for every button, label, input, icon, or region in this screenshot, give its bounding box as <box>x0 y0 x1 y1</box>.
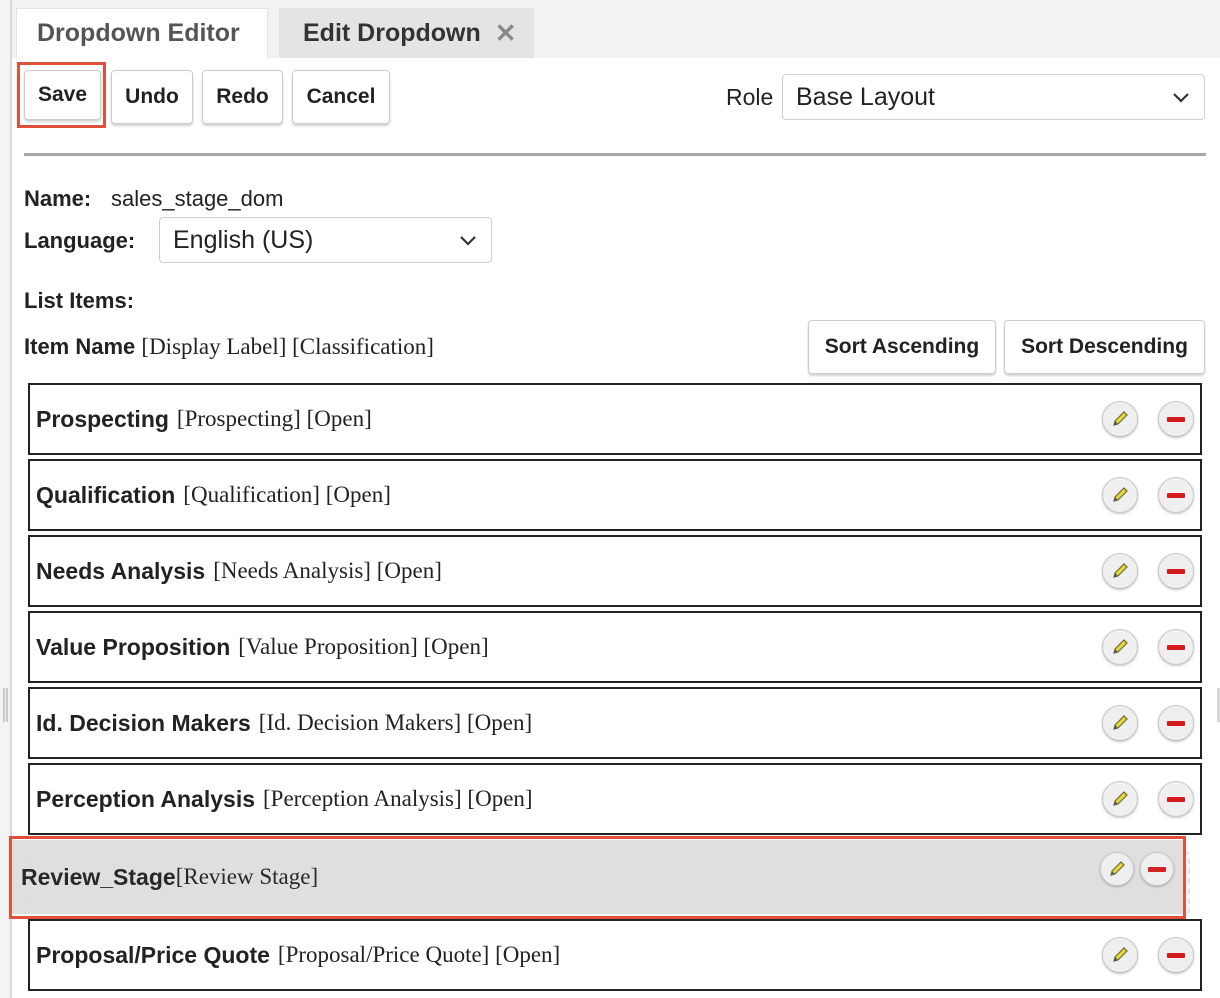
item-name: Perception Analysis <box>36 785 256 812</box>
item-meta: [Perception Analysis] [Open] <box>263 786 533 811</box>
list-item[interactable]: Needs Analysis [Needs Analysis] [Open] <box>28 535 1202 607</box>
role-label: Role <box>726 84 774 110</box>
close-icon[interactable]: ✕ <box>495 20 517 46</box>
remove-button[interactable] <box>1158 781 1194 817</box>
name-label: Name: <box>24 186 92 211</box>
item-meta: [Prospecting] [Open] <box>176 406 372 431</box>
edit-button[interactable] <box>1102 937 1138 973</box>
remove-button[interactable] <box>1158 705 1194 741</box>
language-select-value: English (US) <box>173 225 314 254</box>
list-item[interactable]: Id. Decision Makers [Id. Decision Makers]… <box>28 687 1202 759</box>
remove-button[interactable] <box>1158 629 1194 665</box>
toolbar-divider <box>24 153 1206 156</box>
name-value: sales_stage_dom <box>111 186 284 211</box>
edit-button[interactable] <box>1102 477 1138 513</box>
remove-button[interactable] <box>1158 553 1194 589</box>
language-select[interactable]: English (US) <box>159 217 492 263</box>
remove-button[interactable] <box>1158 477 1194 513</box>
item-meta: [Review Stage] <box>175 864 319 889</box>
redo-button[interactable]: Redo <box>202 70 283 124</box>
role-select-value: Base Layout <box>796 82 935 111</box>
list-item[interactable]: Proposal/Price Quote [Proposal/Price Quot… <box>28 919 1202 991</box>
minus-icon <box>1167 644 1185 650</box>
edit-button[interactable] <box>1100 852 1134 886</box>
list-header: Item Name [Display Label] [Classificatio… <box>24 334 434 360</box>
dragging-list-item[interactable]: Review_Stage [Review Stage] <box>10 840 1184 914</box>
pencil-icon <box>1113 947 1128 962</box>
minus-icon <box>1167 492 1185 498</box>
undo-button[interactable]: Undo <box>111 70 193 124</box>
header-item-name: Item Name <box>24 334 136 359</box>
minus-icon <box>1167 796 1185 802</box>
pencil-icon <box>1113 791 1128 806</box>
item-meta: [Needs Analysis] [Open] <box>213 558 442 583</box>
list-item[interactable]: Perception Analysis [Perception Analysis]… <box>28 763 1202 835</box>
item-meta: [Id. Decision Makers] [Open] <box>258 710 533 735</box>
item-name: Qualification <box>36 481 176 508</box>
item-name: Review_Stage <box>21 863 176 890</box>
remove-button[interactable] <box>1140 852 1174 886</box>
item-name: Proposal/Price Quote <box>36 941 270 968</box>
chevron-down-icon <box>1173 93 1189 103</box>
tab-label: Dropdown Editor <box>37 19 240 47</box>
list-items-label: List Items: <box>24 288 135 313</box>
list-item[interactable]: Value Proposition [Value Proposition] [Op… <box>28 611 1202 683</box>
pencil-icon <box>1113 563 1128 578</box>
resize-handle[interactable] <box>3 688 8 722</box>
edit-button[interactable] <box>1102 781 1138 817</box>
remove-button[interactable] <box>1158 401 1194 437</box>
cancel-button[interactable]: Cancel <box>292 70 390 124</box>
edit-button[interactable] <box>1102 629 1138 665</box>
pencil-icon <box>1110 861 1125 876</box>
tab-label: Edit Dropdown <box>303 18 481 47</box>
pencil-icon <box>1113 715 1128 730</box>
tab-dropdown-editor[interactable]: Dropdown Editor <box>16 8 268 58</box>
minus-icon <box>1148 866 1166 872</box>
minus-icon <box>1167 952 1185 958</box>
sort-descending-button[interactable]: Sort Descending <box>1004 320 1205 374</box>
item-name: Prospecting <box>36 405 169 432</box>
edit-button[interactable] <box>1102 553 1138 589</box>
pencil-icon <box>1113 639 1128 654</box>
tab-edit-dropdown[interactable]: Edit Dropdown ✕ <box>279 8 534 58</box>
sort-ascending-button[interactable]: Sort Ascending <box>808 320 996 374</box>
language-label: Language: <box>24 228 136 253</box>
item-meta: [Value Proposition] [Open] <box>238 634 489 659</box>
minus-icon <box>1167 720 1185 726</box>
list-item[interactable]: Qualification [Qualification] [Open] <box>28 459 1202 531</box>
item-name: Needs Analysis <box>36 557 206 584</box>
remove-button[interactable] <box>1158 937 1194 973</box>
chevron-down-icon <box>460 236 476 246</box>
item-name: Id. Decision Makers <box>36 709 251 736</box>
role-select[interactable]: Base Layout <box>782 74 1205 120</box>
minus-icon <box>1167 416 1185 422</box>
pencil-icon <box>1113 487 1128 502</box>
item-meta: [Proposal/Price Quote] [Open] <box>277 942 561 967</box>
header-meta: [Display Label] [Classification] <box>141 334 434 359</box>
item-meta: [Qualification] [Open] <box>183 482 391 507</box>
item-name: Value Proposition <box>36 633 231 660</box>
save-button[interactable]: Save <box>24 70 101 120</box>
edit-button[interactable] <box>1102 705 1138 741</box>
pencil-icon <box>1113 411 1128 426</box>
edit-button[interactable] <box>1102 401 1138 437</box>
minus-icon <box>1167 568 1185 574</box>
list-item[interactable]: Prospecting [Prospecting] [Open] <box>28 383 1202 455</box>
